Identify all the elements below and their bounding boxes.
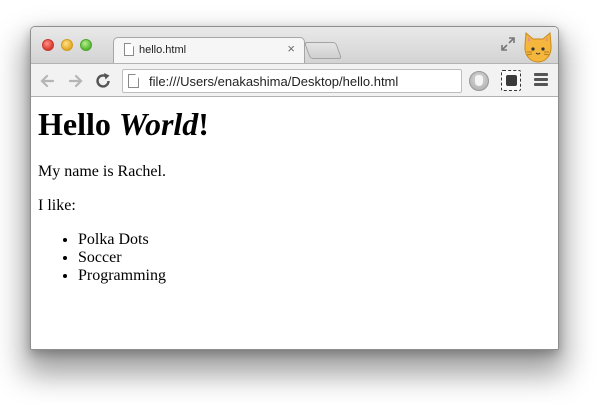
- page-content: Hello World! My name is Rachel. I like: …: [31, 97, 558, 349]
- title-bar: hello.html ×: [31, 27, 558, 64]
- forward-icon: [68, 74, 83, 88]
- new-tab-button[interactable]: [303, 42, 343, 59]
- browser-window: hello.html × file:///Users/enakashima/De…: [30, 26, 559, 350]
- tab-hello-html[interactable]: hello.html ×: [113, 37, 305, 64]
- fullscreen-icon[interactable]: [500, 36, 516, 52]
- adblock-extension-button[interactable]: [469, 71, 489, 91]
- zoom-window-button[interactable]: [80, 39, 92, 51]
- minimize-window-button[interactable]: [61, 39, 73, 51]
- list-item: Programming: [78, 267, 558, 285]
- document-icon: [128, 74, 139, 88]
- browser-toolbar: file:///Users/enakashima/Desktop/hello.h…: [31, 63, 558, 97]
- forward-button[interactable]: [65, 71, 85, 91]
- adblock-icon: [475, 75, 483, 86]
- heading-emphasis: World: [118, 106, 199, 142]
- close-window-button[interactable]: [42, 39, 54, 51]
- back-icon: [40, 74, 55, 88]
- heading-text: Hello: [38, 106, 119, 142]
- back-button[interactable]: [38, 71, 58, 91]
- address-bar[interactable]: file:///Users/enakashima/Desktop/hello.h…: [122, 69, 462, 93]
- page-heading: Hello World!: [38, 105, 558, 143]
- url-text[interactable]: file:///Users/enakashima/Desktop/hello.h…: [149, 74, 398, 89]
- tab-close-button[interactable]: ×: [287, 41, 295, 56]
- document-icon: [124, 43, 134, 56]
- menu-button[interactable]: [534, 73, 548, 87]
- intro-paragraph: My name is Rachel.: [38, 163, 166, 180]
- likes-list: Polka Dots Soccer Programming: [78, 231, 558, 285]
- list-item: Polka Dots: [78, 231, 558, 249]
- tab-title: hello.html: [139, 44, 187, 56]
- likes-label: I like:: [38, 197, 76, 214]
- screenshot-extension-button[interactable]: [501, 70, 521, 91]
- heading-exclamation: !: [198, 106, 209, 142]
- reload-icon: [96, 73, 110, 88]
- cat-icon: [524, 31, 552, 63]
- screenshot-extension-icon: [506, 75, 517, 86]
- list-item: Soccer: [78, 249, 558, 267]
- menu-icon: [534, 73, 548, 76]
- reload-button[interactable]: [93, 71, 113, 91]
